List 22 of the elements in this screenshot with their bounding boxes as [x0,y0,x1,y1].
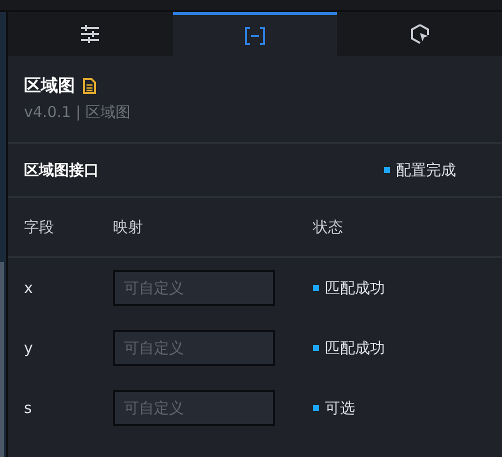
component-title: 区域图 [24,75,75,97]
status-text: 匹配成功 [325,278,385,298]
column-header: 映射 [113,218,144,236]
status-text: 匹配成功 [325,338,385,358]
column-header: 状态 [313,218,344,236]
brackets-icon [244,26,266,44]
column-header: 字段 [24,218,55,236]
field-name: x [24,279,34,297]
section-title: 区域图接口 [24,160,99,180]
field-name: s [24,399,33,417]
mapping-field[interactable]: 可自定义 [113,330,275,366]
document-icon[interactable] [83,78,96,94]
cursor-icon [410,24,430,44]
version-text: v4.0.1 | 区域图 [24,103,132,122]
mapping-field[interactable]: 可自定义 [113,390,275,426]
scrollbar-thumb[interactable] [0,262,4,457]
sliders-icon [80,25,100,43]
status-text: 可选 [325,398,355,418]
status-text: 配置完成 [396,160,456,180]
field-name: y [24,339,34,357]
tab[interactable] [172,12,338,56]
mapping-field[interactable]: 可自定义 [113,270,275,306]
